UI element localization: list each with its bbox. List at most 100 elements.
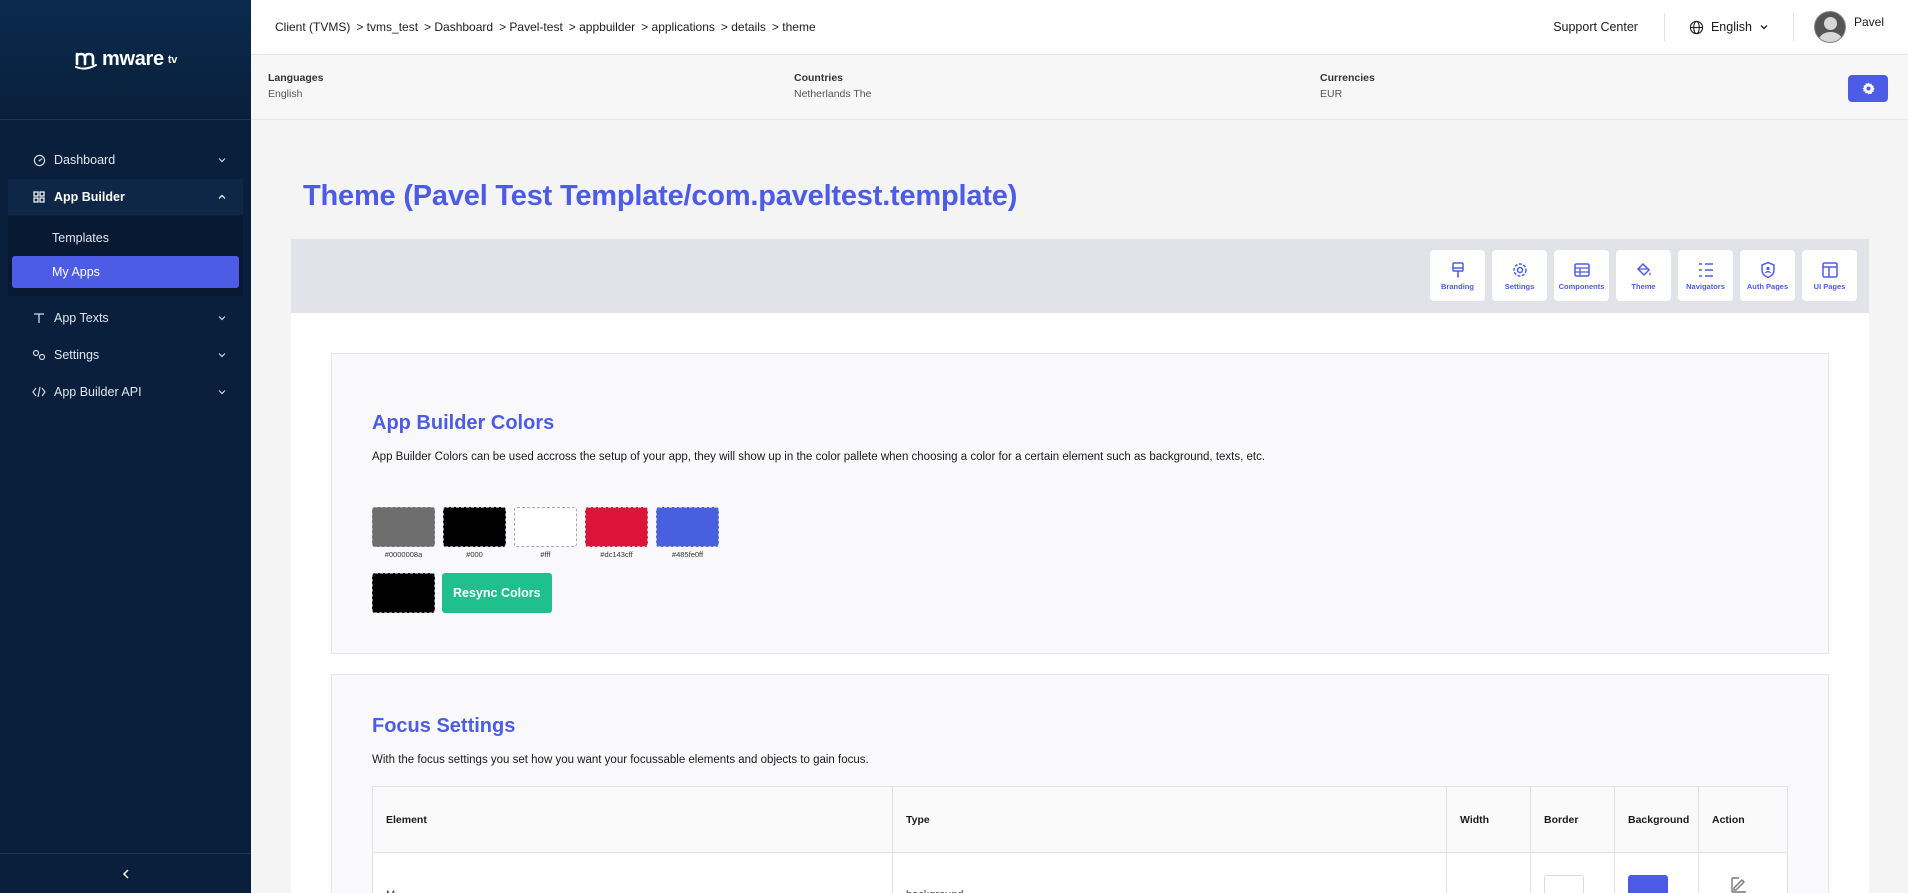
sidebar-collapse-button[interactable] [0, 853, 251, 893]
support-center-link[interactable]: Support Center [1553, 13, 1665, 41]
shield-icon [1760, 261, 1775, 278]
dashboard-icon [32, 153, 46, 167]
languages-label: Languages [268, 72, 324, 84]
sidebar-subitem-templates[interactable]: Templates [12, 222, 239, 254]
swatch-code: #fff [540, 550, 551, 559]
language-label: English [1710, 20, 1752, 34]
column-header: Background [1615, 787, 1699, 852]
breadcrumb-item[interactable]: Client (TVMS) [275, 20, 350, 34]
navigators-button[interactable]: Navigators [1678, 250, 1733, 301]
languages-info: Languages English [268, 72, 323, 100]
border-color-swatch[interactable] [1544, 875, 1584, 893]
theme-button[interactable]: Theme [1616, 250, 1671, 301]
sidebar-item-app-builder[interactable]: App Builder [8, 179, 243, 215]
swatch-box [443, 507, 506, 547]
paint-bucket-icon [1636, 262, 1651, 276]
components-button[interactable]: Components [1554, 250, 1609, 301]
logo[interactable]: mware tv [74, 48, 177, 71]
layout-icon [1821, 261, 1838, 278]
grid-icon [32, 190, 46, 204]
toolbar-label: Settings [1504, 281, 1535, 291]
breadcrumb-item[interactable]: > details [721, 20, 766, 34]
page-title: Theme (Pavel Test Template/com.paveltest… [303, 180, 1018, 212]
theme-toolbar: Branding Settings Components Theme Navig… [291, 239, 1869, 313]
sidebar-subitem-my-apps[interactable]: My Apps [12, 256, 239, 288]
colors-card-description: App Builder Colors can be used accross t… [372, 451, 1266, 463]
table-header: Element Type Width Border Background Act… [373, 787, 1787, 853]
breadcrumb-item[interactable]: > applications [641, 20, 715, 34]
color-swatch[interactable]: #485fe0ff [656, 507, 719, 559]
sidebar-item-dashboard[interactable]: Dashboard [0, 142, 251, 178]
element-cell: M [373, 853, 893, 893]
column-header: Border [1531, 787, 1615, 852]
branding-button[interactable]: Branding [1430, 250, 1485, 301]
sidebar-item-app-texts[interactable]: App Texts [0, 300, 251, 336]
resync-colors-button[interactable]: Resync Colors [442, 573, 552, 613]
auth-pages-button[interactable]: Auth Pages [1740, 250, 1795, 301]
color-swatch[interactable]: #000 [443, 507, 506, 559]
language-selector[interactable]: English [1665, 13, 1794, 41]
ui-pages-button[interactable]: UI Pages [1802, 250, 1857, 301]
breadcrumb-item[interactable]: > tvms_test [356, 20, 418, 34]
toolbar-label: UI Pages [1813, 281, 1846, 291]
currencies-label: Currencies [1320, 72, 1375, 84]
settings-icon [32, 348, 46, 362]
sidebar-nav: Dashboard App Builder Templates My Apps … [0, 120, 251, 410]
info-bar: Languages English Countries Netherlands … [251, 55, 1908, 120]
breadcrumb-item[interactable]: > Pavel-test [499, 20, 563, 34]
swatch-box [372, 507, 435, 547]
currencies-value: EUR [1320, 88, 1343, 100]
focus-settings-card: Focus Settings With the focus settings y… [331, 674, 1829, 893]
list-tree-icon [1698, 262, 1713, 277]
languages-value: English [268, 88, 303, 100]
currencies-info: Currencies EUR [1320, 72, 1375, 100]
breadcrumb-item[interactable]: > Dashboard [424, 20, 493, 34]
sidebar-item-app-builder-api[interactable]: App Builder API [0, 374, 251, 410]
width-cell [1447, 853, 1531, 893]
sidebar-item-settings[interactable]: Settings [0, 337, 251, 373]
topbar-right: Support Center English Pavel [1553, 0, 1884, 54]
type-cell: background [893, 853, 1447, 893]
background-cell [1615, 853, 1699, 893]
action-cell [1699, 853, 1787, 893]
edit-icon[interactable] [1729, 875, 1749, 893]
color-swatch[interactable]: #dc143cff [585, 507, 648, 559]
gear-icon [1512, 262, 1527, 277]
settings-button[interactable]: Settings [1492, 250, 1547, 301]
user-name: Pavel [1853, 15, 1884, 29]
avatar [1813, 11, 1846, 43]
sidebar-item-label: App Builder API [54, 385, 142, 399]
logo-area: mware tv [0, 0, 251, 120]
color-swatch[interactable]: #0000008a [372, 507, 435, 559]
app-builder-colors-card: App Builder Colors App Builder Colors ca… [331, 353, 1829, 654]
background-color-swatch[interactable] [1628, 875, 1668, 893]
user-menu[interactable]: Pavel [1794, 11, 1884, 43]
swatch-code: #485fe0ff [671, 550, 704, 559]
column-header: Action [1712, 813, 1745, 826]
swatch-box [514, 507, 577, 547]
brush-icon [1451, 261, 1464, 277]
color-picker-swatch[interactable] [372, 573, 435, 613]
swatch-code: #dc143cff [600, 550, 633, 559]
sidebar-item-label: App Builder [54, 190, 125, 204]
toolbar-label: Navigators [1686, 281, 1725, 291]
globe-icon [1689, 20, 1704, 34]
color-swatches: #0000008a #000 #fff #dc143cff #485fe0ff [372, 507, 719, 559]
chevron-down-icon [218, 353, 226, 358]
border-cell [1531, 853, 1615, 893]
sidebar-item-label: App Texts [54, 311, 109, 325]
chevron-left-icon [122, 868, 129, 879]
color-swatch[interactable]: #fff [514, 507, 577, 559]
sidebar-item-label: Dashboard [54, 153, 116, 167]
chevron-down-icon [218, 390, 226, 395]
settings-gear-button[interactable] [1848, 75, 1888, 102]
topbar: Client (TVMS) > tvms_test > Dashboard > … [251, 0, 1908, 55]
breadcrumb-item[interactable]: > appbuilder [569, 20, 635, 34]
toolbar-buttons: Branding Settings Components Theme Navig… [1430, 250, 1857, 301]
column-header: Element [373, 787, 893, 852]
code-icon [32, 385, 46, 399]
text-icon [32, 311, 46, 325]
chevron-down-icon [218, 316, 226, 321]
column-header: Type [893, 787, 1447, 852]
breadcrumb-item: > theme [771, 20, 816, 34]
